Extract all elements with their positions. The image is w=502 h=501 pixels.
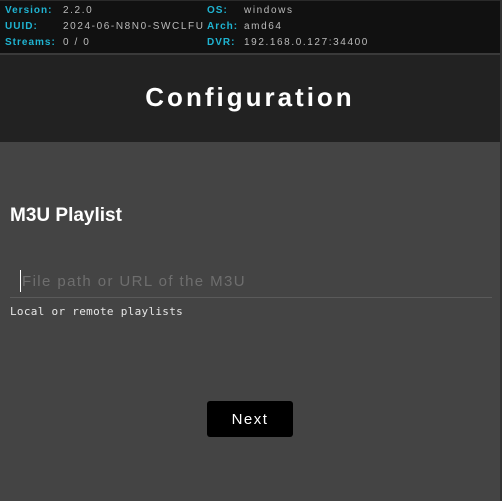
page-title: Configuration (145, 82, 355, 112)
info-label: Arch: (207, 21, 239, 32)
info-value: 2.2.0 (63, 5, 94, 16)
info-value: windows (244, 5, 294, 16)
info-value: amd64 (244, 21, 283, 32)
m3u-helper-text: Local or remote playlists (10, 305, 184, 318)
page-header: Configuration (0, 55, 500, 142)
next-button[interactable]: Next (207, 401, 293, 437)
app-frame: Version: 2.2.0 UUID: 2024-06-N8N0-SWCLFU… (0, 0, 502, 501)
info-label: DVR: (207, 37, 236, 48)
info-value: 0 / 0 (63, 37, 91, 48)
section-title: M3U Playlist (10, 205, 122, 226)
m3u-field (10, 266, 492, 298)
info-label: Streams: (5, 37, 56, 48)
m3u-path-input[interactable] (20, 270, 482, 292)
system-info-panel: Version: 2.2.0 UUID: 2024-06-N8N0-SWCLFU… (0, 0, 500, 55)
info-label: Version: (5, 5, 53, 16)
info-value: 2024-06-N8N0-SWCLFU (63, 21, 205, 32)
info-value: 192.168.0.127:34400 (244, 37, 369, 48)
info-label: OS: (207, 5, 228, 16)
info-label: UUID: (5, 21, 38, 32)
